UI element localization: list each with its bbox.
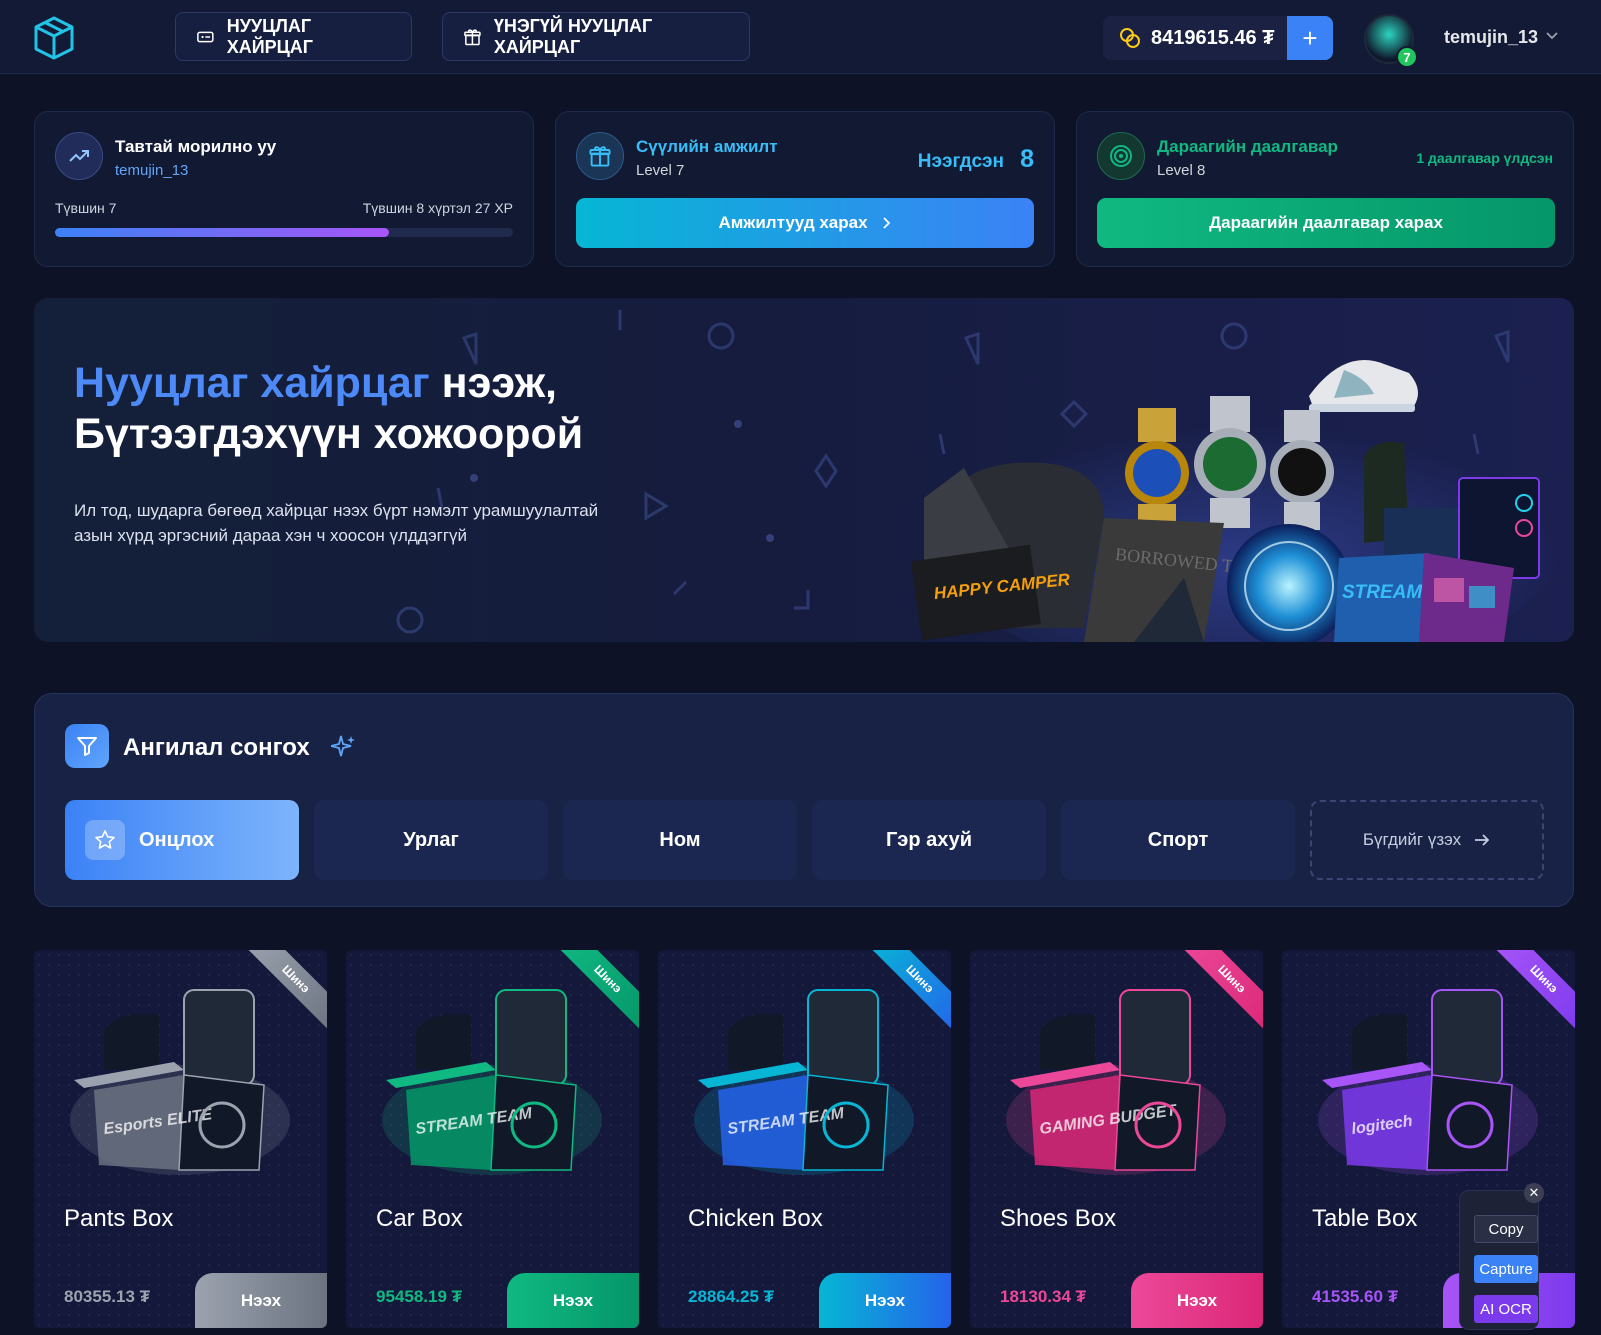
nav-free-mystery-box-label: ҮНЭГҮЙ НУУЦЛАГ ХАЙРЦАГ [493, 15, 653, 57]
open-box-label: Нээх [864, 1290, 906, 1310]
filter-icon [65, 724, 109, 768]
avatar-level-badge: 7 [1396, 46, 1418, 68]
welcome-title: Тавтай морилно уу [115, 137, 277, 156]
trending-up-icon [55, 132, 103, 180]
category-books[interactable]: Ном [563, 800, 797, 880]
nav-free-mystery-box[interactable]: ҮНЭГҮЙ НУУЦЛАГ ХАЙРЦАГ [442, 12, 750, 61]
box-card[interactable]: Шинэ STREAM TEAM Car Box 95458.19 ₮ Нээх [346, 950, 639, 1328]
cube-logo-icon[interactable] [30, 14, 78, 62]
view-all-label: Бүгдийг үзэх [1362, 830, 1462, 849]
star-icon [85, 820, 125, 860]
next-task-level: Level 8 [1157, 162, 1206, 179]
category-home[interactable]: Гэр ахуй [812, 800, 1046, 880]
hero-title-rest: нээж, [429, 359, 557, 407]
view-next-task-label: Дараагийн даалгавар харах [1209, 213, 1443, 232]
avatar[interactable]: 7 [1364, 14, 1418, 68]
open-box-button[interactable]: Нээх [819, 1273, 951, 1328]
category-art[interactable]: Урлаг [314, 800, 548, 880]
achievement-title: Сүүлийн амжилт [636, 137, 778, 156]
ticket-icon [197, 31, 214, 42]
opened-label: Нээгдсэн [917, 151, 1004, 172]
category-featured-label: Онцлох [139, 828, 215, 851]
open-box-label: Нээх [240, 1290, 282, 1310]
box-name: Chicken Box [688, 1205, 823, 1232]
hero-title-line2: Бүтээгдэхүүн хожоорой [74, 410, 584, 458]
open-box-button[interactable]: Нээх [1131, 1273, 1263, 1328]
box-name: Shoes Box [1000, 1205, 1117, 1232]
category-featured[interactable]: Онцлох [65, 800, 299, 880]
box-image: logitech [1318, 989, 1538, 1175]
top-bar: НУУЦЛАГ ХАЙРЦАГ ҮНЭГҮЙ НУУЦЛАГ ХАЙРЦАГ 8… [0, 0, 1601, 74]
arrow-right-icon [1475, 834, 1490, 846]
welcome-username[interactable]: temujin_13 [115, 162, 188, 179]
target-icon [1097, 132, 1145, 180]
open-box-label: Нээх [552, 1290, 594, 1310]
hero-title: Нууцлаг хайрцаг нээж, Бүтээгдэхүүн хожоо… [74, 358, 583, 460]
box-name: Table Box [1312, 1205, 1418, 1232]
tasks-remaining: 1 даалгавар үлдсэн [1416, 150, 1553, 166]
box-card[interactable]: Шинэ STREAM TEAM Chicken Box 28864.25 ₮ … [658, 950, 951, 1328]
box-image: STREAM TEAM [382, 989, 602, 1175]
prize-collage-image: HAPPY CAMPER BORROWED TIME STREAM TEAM [910, 360, 1564, 642]
box-price: 41535.60 ₮ [1312, 1287, 1399, 1306]
balance-widget: 8419615.46 ₮ + [1103, 16, 1333, 60]
category-panel: Ангилал сонгох Онцлох Урлаг Ном Гэр ахуй… [34, 693, 1574, 907]
view-achievements-label: Амжилтууд харах [718, 213, 868, 232]
category-title: Ангилал сонгох [123, 734, 310, 761]
username[interactable]: temujin_13 [1444, 27, 1538, 48]
category-sport[interactable]: Спорт [1061, 800, 1295, 880]
box-image: Esports ELITE [70, 989, 290, 1175]
box-image: GAMING BUDGET [1006, 989, 1226, 1175]
welcome-card: Тавтай морилно уу temujin_13 Түвшин 7 Тү… [34, 111, 534, 267]
chevron-right-icon [882, 217, 890, 229]
gift-icon [464, 28, 481, 45]
nav-mystery-box[interactable]: НУУЦЛАГ ХАЙРЦАГ [175, 12, 412, 61]
hero-banner: Нууцлаг хайрцаг нээж, Бүтээгдэхүүн хожоо… [34, 298, 1574, 642]
ai-ocr-button[interactable]: AI OCR [1474, 1295, 1538, 1323]
xp-progress-track [55, 228, 513, 237]
box-name: Pants Box [64, 1205, 174, 1232]
view-achievements-button[interactable]: Амжилтууд харах [576, 198, 1034, 248]
box-price: 95458.19 ₮ [376, 1287, 463, 1306]
add-funds-button[interactable]: + [1287, 16, 1333, 60]
box-price: 28864.25 ₮ [688, 1287, 775, 1306]
box-card[interactable]: Шинэ Esports ELITE Pants Box 80355.13 ₮ … [34, 950, 327, 1328]
box-price: 80355.13 ₮ [64, 1287, 151, 1306]
next-level-label: Түвшин 8 хүртэл 27 XP [362, 200, 513, 216]
view-all-categories-button[interactable]: Бүгдийг үзэх [1310, 800, 1544, 880]
open-box-button[interactable]: Нээх [195, 1273, 327, 1328]
ocr-popup: ✕ Copy Capture AI OCR [1459, 1183, 1544, 1330]
achievement-card: Сүүлийн амжилт Level 7 Нээгдсэн 8 Амжилт… [555, 111, 1055, 267]
close-icon[interactable]: ✕ [1524, 1183, 1544, 1203]
xp-progress-fill [55, 228, 390, 237]
gift-icon [576, 132, 624, 180]
box-name: Car Box [376, 1205, 463, 1232]
sparkle-icon [331, 735, 355, 757]
view-next-task-button[interactable]: Дараагийн даалгавар харах [1097, 198, 1555, 248]
coins-icon [1120, 28, 1140, 48]
next-task-card: Дараагийн даалгавар Level 8 1 даалгавар … [1076, 111, 1574, 267]
achievement-level: Level 7 [636, 162, 685, 179]
capture-button[interactable]: Capture [1474, 1255, 1538, 1283]
nav-mystery-box-label: НУУЦЛАГ ХАЙРЦАГ [226, 15, 314, 57]
opened-count: 8 [1020, 145, 1034, 173]
box-card[interactable]: Шинэ GAMING BUDGET Shoes Box 18130.34 ₮ … [970, 950, 1263, 1328]
current-level-label: Түвшин 7 [55, 200, 117, 216]
box-price: 18130.34 ₮ [1000, 1287, 1087, 1306]
open-box-button[interactable]: Нээх [507, 1273, 639, 1328]
hero-title-accent: Нууцлаг хайрцаг [74, 359, 430, 407]
box-image: STREAM TEAM [694, 989, 914, 1175]
hero-description: Ил тод, шударга бөгөөд хайрцаг нээх бүрт… [74, 501, 599, 545]
open-box-label: Нээх [1176, 1290, 1218, 1310]
next-task-title: Дараагийн даалгавар [1157, 137, 1338, 156]
chevron-down-icon[interactable] [1545, 28, 1559, 42]
balance-amount: 8419615.46 ₮ [1151, 26, 1275, 49]
copy-button[interactable]: Copy [1474, 1215, 1538, 1243]
